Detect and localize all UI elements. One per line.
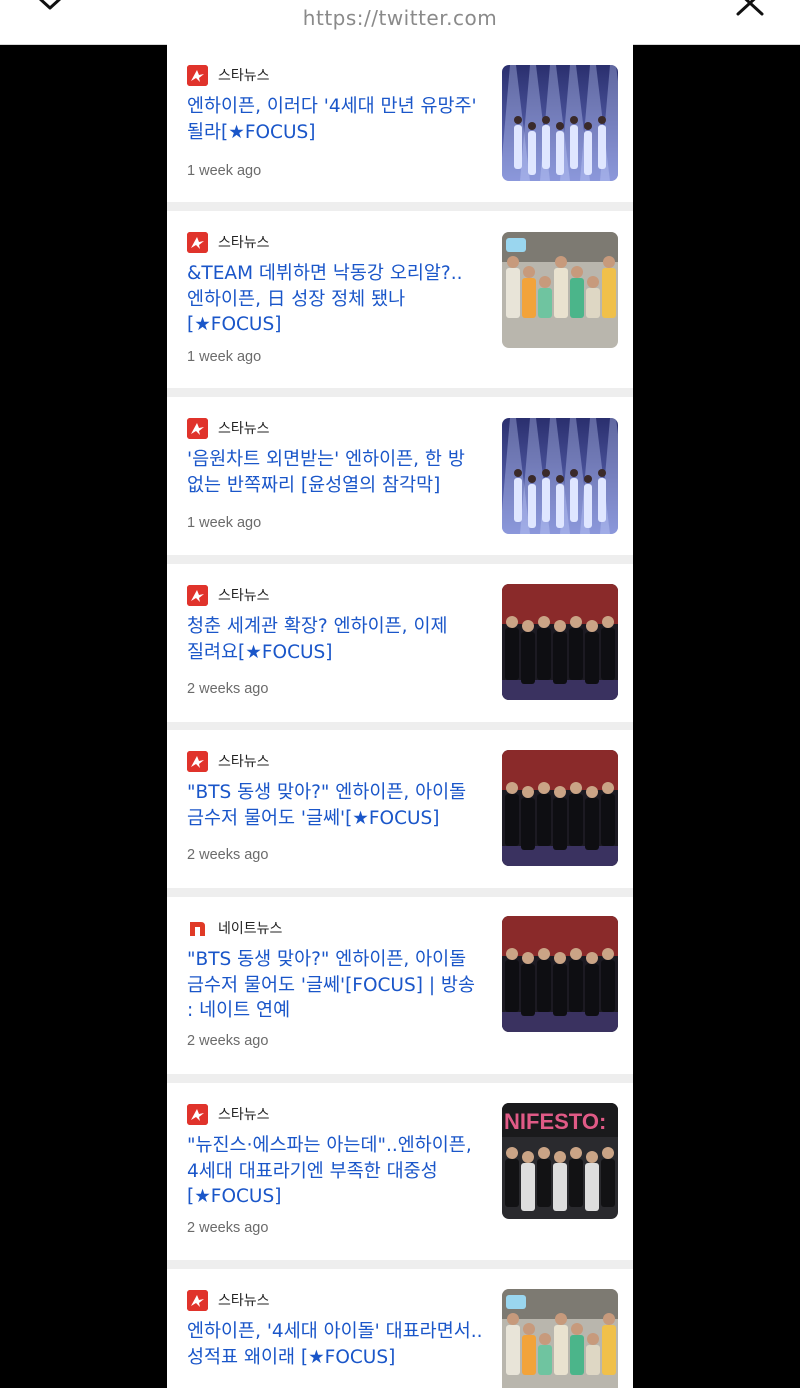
news-card[interactable]: 스타뉴스 &TEAM 데뷔하면 낙동강 오리알?.. 엔하이픈, 日 성장 정체 …	[167, 211, 633, 388]
news-headline-link[interactable]: '음원차트 외면받는' 엔하이픈, 한 방 없는 반쪽짜리 [윤성열의 참각막]	[187, 447, 487, 498]
news-source: 스타뉴스	[187, 584, 270, 606]
news-headline-link[interactable]: 엔하이픈, '4세대 아이돌' 대표라면서..성적표 왜이래 [★FOCUS]	[187, 1319, 487, 1370]
news-thumbnail-image[interactable]	[502, 584, 618, 700]
news-headline-link[interactable]: "뉴진스·에스파는 아는데"..엔하이픈, 4세대 대표라기엔 부족한 대중성 …	[187, 1133, 487, 1210]
news-card[interactable]: 네이트뉴스 "BTS 동생 맞아?" 엔하이픈, 아이돌 금수저 물어도 '글쎄'…	[167, 897, 633, 1074]
news-source: 네이트뉴스	[187, 917, 282, 939]
news-card[interactable]: 스타뉴스 "뉴진스·에스파는 아는데"..엔하이픈, 4세대 대표라기엔 부족한 …	[167, 1083, 633, 1260]
news-timestamp: 2 weeks ago	[187, 1033, 269, 1049]
news-source-name: 스타뉴스	[218, 68, 270, 84]
news-headline-link[interactable]: "BTS 동생 맞아?" 엔하이픈, 아이돌 금수저 물어도 '글쎄'[★FOC…	[187, 780, 487, 831]
news-timestamp: 1 week ago	[187, 349, 262, 365]
news-source: 스타뉴스	[187, 64, 270, 86]
news-thumbnail-image[interactable]	[502, 232, 618, 348]
news-timestamp: 2 weeks ago	[187, 847, 269, 863]
news-thumbnail-image[interactable]	[502, 1289, 618, 1388]
news-thumbnail-image[interactable]: NIFESTO:	[502, 1103, 618, 1219]
news-source-name: 스타뉴스	[218, 588, 270, 604]
news-card[interactable]: 스타뉴스 '음원차트 외면받는' 엔하이픈, 한 방 없는 반쪽짜리 [윤성열의 …	[167, 397, 633, 555]
starnews-logo-icon	[187, 750, 208, 772]
news-headline-link[interactable]: 청춘 세계관 확장? 엔하이픈, 이제 질려요[★FOCUS]	[187, 614, 487, 665]
news-source: 스타뉴스	[187, 417, 270, 439]
news-source-name: 스타뉴스	[218, 754, 270, 770]
starnews-logo-icon	[187, 417, 208, 439]
news-card[interactable]: 스타뉴스 "BTS 동생 맞아?" 엔하이픈, 아이돌 금수저 물어도 '글쎄'[…	[167, 730, 633, 888]
starnews-logo-icon	[187, 584, 208, 606]
news-source-name: 스타뉴스	[218, 1293, 270, 1309]
news-feed[interactable]: 스타뉴스 엔하이픈, 이러다 '4세대 만년 유망주' 될라[★FOCUS] 1 w…	[167, 44, 633, 1388]
address-bar-url[interactable]: https://twitter.com	[0, 6, 800, 30]
news-source-name: 스타뉴스	[218, 1107, 270, 1123]
news-source-name: 스타뉴스	[218, 421, 270, 437]
svg-text:NIFESTO:: NIFESTO:	[504, 1109, 606, 1134]
news-card[interactable]: 스타뉴스청춘 세계관 확장? 엔하이픈, 이제 질려요[★FOCUS] 2 wee…	[167, 564, 633, 722]
news-thumbnail-image[interactable]	[502, 65, 618, 181]
browser-toolbar: https://twitter.com	[0, 0, 800, 45]
news-source-name: 스타뉴스	[218, 235, 270, 251]
news-card[interactable]: 스타뉴스엔하이픈, 이러다 '4세대 만년 유망주' 될라[★FOCUS] 1 w…	[167, 44, 633, 202]
news-headline-link[interactable]: &TEAM 데뷔하면 낙동강 오리알?.. 엔하이픈, 日 성장 정체 됐나 […	[187, 261, 487, 338]
nate-logo-icon	[187, 917, 208, 939]
news-timestamp: 1 week ago	[187, 515, 262, 531]
news-source-name: 네이트뉴스	[218, 921, 283, 937]
starnews-logo-icon	[187, 64, 208, 86]
news-headline-link[interactable]: 엔하이픈, 이러다 '4세대 만년 유망주' 될라[★FOCUS]	[187, 94, 487, 145]
news-thumbnail-image[interactable]	[502, 418, 618, 534]
news-source: 스타뉴스	[187, 1289, 270, 1311]
news-source: 스타뉴스	[187, 1103, 270, 1125]
starnews-logo-icon	[187, 1103, 208, 1125]
news-card[interactable]: 스타뉴스엔하이픈, '4세대 아이돌' 대표라면서..성적표 왜이래 [★FOC…	[167, 1269, 633, 1388]
news-headline-link[interactable]: "BTS 동생 맞아?" 엔하이픈, 아이돌 금수저 물어도 '글쎄'[FOCU…	[187, 947, 487, 1024]
close-icon[interactable]	[734, 0, 766, 18]
news-source: 스타뉴스	[187, 231, 270, 253]
news-timestamp: 2 weeks ago	[187, 1220, 269, 1236]
news-source: 스타뉴스	[187, 750, 270, 772]
starnews-logo-icon	[187, 231, 208, 253]
news-thumbnail-image[interactable]	[502, 916, 618, 1032]
news-thumbnail-image[interactable]	[502, 750, 618, 866]
starnews-logo-icon	[187, 1289, 208, 1311]
news-timestamp: 2 weeks ago	[187, 681, 269, 697]
news-timestamp: 1 week ago	[187, 163, 262, 179]
